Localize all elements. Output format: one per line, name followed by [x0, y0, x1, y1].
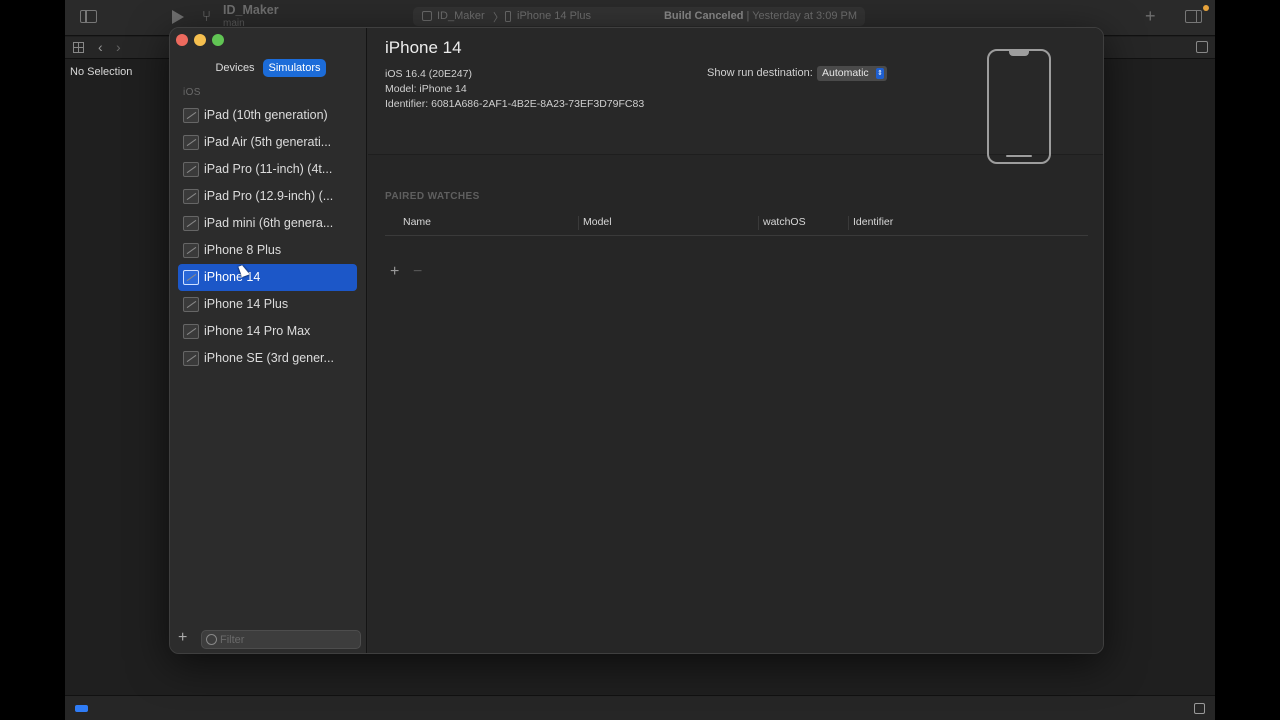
activity-destination[interactable]: iPhone 14 Plus: [517, 10, 591, 22]
inspector-toggle-icon[interactable]: [1185, 10, 1202, 23]
simulator-icon: [183, 135, 199, 150]
column-watchos[interactable]: watchOS: [763, 216, 806, 228]
paired-watches-table-header: Name Model watchOS Identifier: [385, 211, 1088, 236]
simulator-icon: [183, 324, 199, 339]
xcode-status-bar: [65, 695, 1215, 720]
simulator-label: iPhone 14 Pro Max: [204, 324, 311, 338]
activity-separator: 〉: [493, 12, 504, 24]
devices-simulators-window: Devices Simulators iOS iPad (10th genera…: [169, 27, 1104, 654]
filter-icon: [206, 634, 217, 645]
simulator-icon: [183, 108, 199, 123]
simulator-label: iPad Air (5th generati...: [204, 135, 332, 149]
activity-status: Build Canceled | Yesterday at 3:09 PM: [664, 10, 857, 22]
simulator-item[interactable]: iPad (10th generation): [178, 102, 357, 129]
remove-watch-button[interactable]: −: [413, 263, 422, 281]
run-icon[interactable]: [172, 10, 184, 24]
os-version: iOS 16.4 (20E247): [385, 68, 472, 80]
sidebar: Devices Simulators iOS iPad (10th genera…: [170, 28, 367, 653]
simulator-label: iPhone 14: [204, 270, 261, 284]
scheme-name[interactable]: ID_Maker: [223, 3, 279, 17]
filter-input[interactable]: [220, 632, 356, 647]
simulator-icon: [183, 270, 199, 285]
device-icon: [505, 11, 511, 22]
phone-notch: [1009, 51, 1029, 56]
simulator-item[interactable]: iPad Pro (12.9-inch) (...: [178, 183, 357, 210]
no-selection-label: No Selection: [70, 66, 133, 78]
simulator-icon: [183, 351, 199, 366]
simulator-item[interactable]: iPhone SE (3rd gener...: [178, 345, 357, 372]
phone-home-bar: [1006, 155, 1032, 157]
column-divider: [758, 216, 759, 230]
notification-dot: [1203, 5, 1209, 11]
simulator-label: iPhone SE (3rd gener...: [204, 351, 334, 365]
close-button[interactable]: [176, 34, 188, 46]
paired-watches-header: PAIRED WATCHES: [385, 191, 480, 202]
run-destination-value: Automatic: [822, 67, 869, 79]
console-toggle-icon[interactable]: [1194, 703, 1205, 714]
simulator-list: iPad (10th generation) iPad Air (5th gen…: [178, 102, 357, 372]
simulator-label: iPad Pro (12.9-inch) (...: [204, 189, 334, 203]
minimize-button[interactable]: [194, 34, 206, 46]
select-stepper-icon: ⇕: [876, 68, 884, 79]
simulator-label: iPhone 14 Plus: [204, 297, 289, 311]
activity-viewer[interactable]: ID_Maker 〉 iPhone 14 Plus Build Canceled…: [413, 7, 865, 26]
add-simulator-button[interactable]: +: [178, 630, 187, 646]
status-indicator[interactable]: [75, 705, 88, 712]
simulator-icon: [183, 243, 199, 258]
column-divider: [848, 216, 849, 230]
device-summary: iPhone 14 iOS 16.4 (20E247) Model: iPhon…: [368, 28, 1103, 164]
simulator-icon: [183, 189, 199, 204]
simulator-item[interactable]: iPad Air (5th generati...: [178, 129, 357, 156]
branch-icon: ⑂: [202, 8, 212, 25]
simulator-item-selected[interactable]: iPhone 14: [178, 264, 357, 291]
column-name[interactable]: Name: [403, 216, 431, 228]
column-model[interactable]: Model: [583, 216, 612, 228]
app-icon: [422, 11, 432, 21]
simulator-item[interactable]: iPhone 14 Pro Max: [178, 318, 357, 345]
library-plus-icon[interactable]: +: [1145, 6, 1156, 27]
column-identifier[interactable]: Identifier: [853, 216, 893, 228]
run-destination-select[interactable]: Automatic ⇕: [817, 66, 887, 81]
simulator-item[interactable]: iPad Pro (11-inch) (4t...: [178, 156, 357, 183]
sidebar-toggle-icon[interactable]: [80, 10, 97, 23]
adjust-editor-icon[interactable]: [1196, 41, 1208, 53]
related-items-icon[interactable]: [73, 42, 84, 53]
build-time: | Yesterday at 3:09 PM: [746, 10, 857, 22]
show-run-destination-label: Show run destination:: [707, 67, 813, 79]
column-divider: [578, 216, 579, 230]
ios-section-header: iOS: [183, 87, 201, 98]
filter-field[interactable]: [201, 630, 361, 649]
simulator-icon: [183, 216, 199, 231]
detail-pane: iPhone 14 iOS 16.4 (20E247) Model: iPhon…: [368, 28, 1103, 653]
forward-chevron-icon[interactable]: ›: [116, 39, 121, 55]
simulator-label: iPad mini (6th genera...: [204, 216, 334, 230]
simulator-label: iPad (10th generation): [204, 108, 328, 122]
simulator-item[interactable]: iPhone 14 Plus: [178, 291, 357, 318]
device-title: iPhone 14: [385, 38, 462, 57]
build-status: Build Canceled: [663, 10, 744, 22]
simulator-icon: [183, 297, 199, 312]
simulator-icon: [183, 162, 199, 177]
simulator-label: iPad Pro (11-inch) (4t...: [204, 162, 333, 176]
back-chevron-icon[interactable]: ‹: [98, 39, 103, 55]
simulator-item[interactable]: iPad mini (6th genera...: [178, 210, 357, 237]
iphone-outline-icon: [987, 49, 1051, 164]
zoom-button[interactable]: [212, 34, 224, 46]
device-identifier: Identifier: 6081A686-2AF1-4B2E-8A23-73EF…: [385, 98, 645, 110]
activity-scheme[interactable]: ID_Maker: [437, 10, 485, 22]
simulator-item[interactable]: iPhone 8 Plus: [178, 237, 357, 264]
tab-simulators[interactable]: Simulators: [263, 59, 326, 77]
device-model: Model: iPhone 14: [385, 83, 467, 95]
tab-devices[interactable]: Devices: [210, 59, 260, 77]
simulator-label: iPhone 8 Plus: [204, 243, 282, 257]
add-watch-button[interactable]: +: [390, 263, 399, 281]
